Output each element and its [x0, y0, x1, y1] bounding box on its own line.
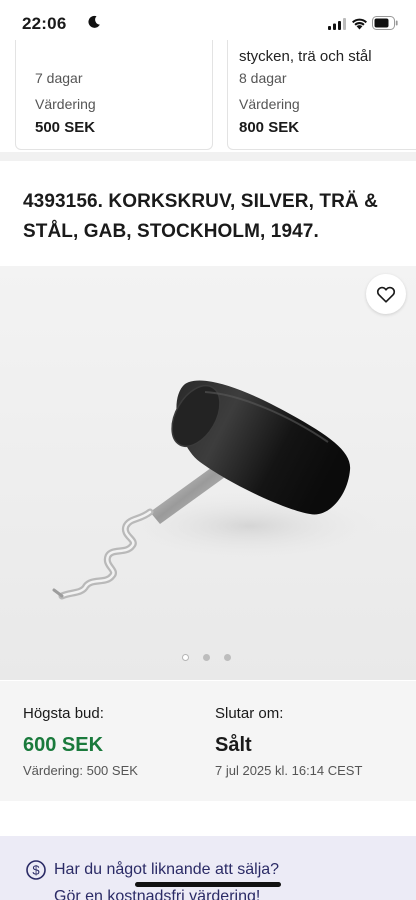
favorite-button[interactable]: [366, 274, 406, 314]
pagination-dot[interactable]: [203, 654, 210, 661]
bidding-summary: Högsta bud: 600 SEK Värdering: 500 SEK S…: [0, 681, 416, 801]
wifi-icon: [352, 18, 367, 30]
end-date: 7 jul 2025 kl. 16:14 CEST: [215, 763, 363, 778]
ends-label: Slutar om:: [215, 705, 284, 722]
dollar-circle-icon: $: [26, 860, 46, 880]
free-valuation-link[interactable]: Gör en kostnadsfri värdering!: [54, 888, 260, 900]
highest-bid-value: 600 SEK: [23, 734, 104, 756]
status-time: 22:06: [22, 14, 67, 33]
related-lot-days: 7 dagar: [35, 70, 83, 86]
related-lots-carousel: 7 dagar Värdering 500 SEK stycken, trä o…: [0, 40, 416, 152]
valuation-text: Värdering: 500 SEK: [23, 763, 138, 778]
related-lot-card[interactable]: 7 dagar Värdering 500 SEK: [15, 40, 213, 150]
lot-title: 4393156. KORKSKRUV, SILVER, TRÄ & STÅL, …: [23, 191, 378, 242]
highest-bid-label: Högsta bud:: [23, 705, 104, 722]
battery-icon: [372, 16, 398, 30]
pagination-dot[interactable]: [224, 654, 231, 661]
related-lot-valuation-label: Värdering: [35, 96, 96, 112]
image-pagination: [182, 654, 234, 664]
moon-icon: [88, 15, 100, 28]
related-lot-title: stycken, trä och stål: [239, 48, 372, 65]
product-image: [52, 380, 380, 600]
section-divider: [0, 152, 416, 161]
related-lot-valuation-value: 800 SEK: [239, 119, 300, 136]
related-lot-valuation-label: Värdering: [239, 96, 300, 112]
related-lot-days: 8 dagar: [239, 70, 287, 86]
section-divider: [0, 801, 416, 836]
sell-similar-banner[interactable]: $ Har du något liknande att sälja? Gör e…: [0, 836, 416, 900]
heart-icon: [376, 286, 396, 303]
ends-value: Sålt: [215, 734, 252, 756]
svg-text:$: $: [32, 863, 40, 878]
cellular-signal-icon: [328, 18, 346, 30]
product-image-gallery[interactable]: [0, 266, 416, 680]
pagination-dot-active[interactable]: [182, 654, 189, 661]
related-lot-valuation-value: 500 SEK: [35, 119, 96, 136]
related-lot-card[interactable]: stycken, trä och stål 8 dagar Värdering …: [227, 40, 416, 150]
sell-question: Har du något liknande att sälja?: [54, 861, 280, 878]
home-indicator: [135, 882, 281, 887]
